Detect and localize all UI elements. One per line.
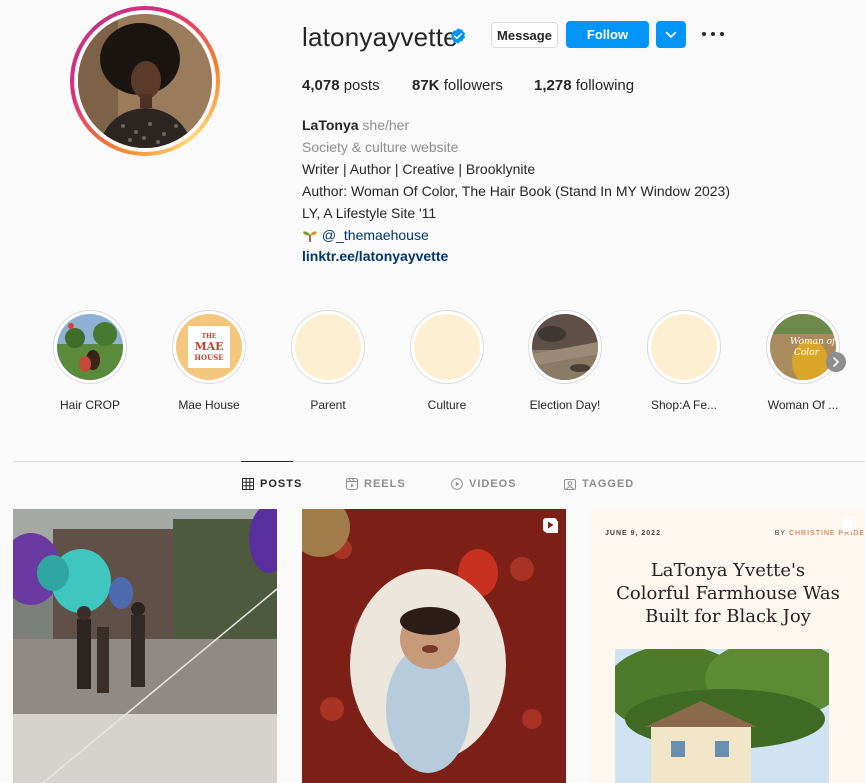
svg-text:Color: Color: [794, 348, 820, 358]
highlight-label: Culture: [427, 398, 467, 412]
posts-count: 4,078 posts: [302, 77, 380, 94]
article-photo: [615, 649, 829, 783]
highlight-label: Parent: [310, 398, 346, 412]
highlight-item[interactable]: THE MAE HOUSE Mae House: [154, 310, 264, 412]
highlight-item[interactable]: Shop:A Fe...: [629, 310, 739, 412]
profile-username: latonyayvette: [302, 22, 458, 52]
seedling-icon: [303, 231, 317, 242]
highlight-cover: [295, 314, 361, 380]
verified-badge-icon: [450, 28, 466, 44]
avatar-photo: [78, 14, 212, 148]
bio-category: Society & culture website: [302, 139, 459, 155]
bio-line: LY, A Lifestyle Site '11: [302, 205, 437, 221]
bio-name: LaTonya: [302, 117, 359, 133]
highlight-cover: Woman of Color: [770, 314, 836, 380]
highlight-cover: [532, 314, 598, 380]
tagged-icon: [564, 479, 576, 490]
highlight-label: Election Day!: [529, 398, 601, 412]
bio-pronouns: she/her: [362, 117, 410, 133]
reel-indicator-icon: [543, 518, 557, 532]
active-tab-indicator: [241, 461, 293, 462]
highlight-label: Shop:A Fe...: [650, 398, 718, 412]
suggested-accounts-button[interactable]: [656, 21, 686, 48]
highlight-ring: [528, 310, 602, 384]
chevron-right-icon: [833, 357, 840, 367]
post-thumbnail[interactable]: [302, 509, 566, 783]
highlight-cover: [414, 314, 480, 380]
highlight-item[interactable]: Culture: [392, 310, 502, 412]
tab-posts[interactable]: POSTS: [242, 478, 302, 490]
highlight-ring: Woman of Color: [766, 310, 840, 384]
highlight-ring: [647, 310, 721, 384]
bio-line: Writer | Author | Creative | Brooklynite: [302, 161, 536, 177]
play-circle-icon: [451, 478, 463, 490]
highlight-cover: THE MAE HOUSE: [176, 314, 242, 380]
highlight-cover: [57, 314, 123, 380]
bio-mention-link[interactable]: @_themaehouse: [322, 227, 429, 243]
post-image-baby: [302, 509, 566, 783]
reels-icon: [346, 478, 358, 490]
highlights-next-button[interactable]: [826, 352, 846, 372]
highlight-ring: [410, 310, 484, 384]
bio-name-line: LaTonya she/her: [302, 114, 409, 136]
tab-videos[interactable]: VIDEOS: [451, 478, 517, 490]
post-thumbnail[interactable]: [13, 509, 277, 783]
svg-text:THE: THE: [202, 333, 217, 340]
highlight-ring: THE MAE HOUSE: [172, 310, 246, 384]
post-image-balloons: [13, 509, 277, 783]
highlight-item[interactable]: Parent: [273, 310, 383, 412]
svg-text:HOUSE: HOUSE: [194, 353, 223, 362]
svg-text:Woman of: Woman of: [790, 337, 836, 347]
profile-avatar-ring[interactable]: [70, 6, 220, 156]
follow-button[interactable]: Follow: [566, 21, 649, 48]
chevron-down-icon: [665, 31, 677, 38]
bio-external-link[interactable]: linktr.ee/latonyayvette: [302, 245, 448, 267]
article-title: LaTonya Yvette's Colorful Farmhouse Was …: [616, 560, 840, 627]
highlight-item[interactable]: Hair CROP: [35, 310, 145, 412]
tabs-divider: [13, 461, 865, 462]
mae-house-logo: THE MAE HOUSE: [194, 333, 223, 362]
grid-icon: [242, 478, 254, 490]
highlight-ring: [53, 310, 127, 384]
svg-text:MAE: MAE: [194, 340, 223, 353]
more-options-icon[interactable]: [702, 26, 724, 42]
highlight-label: Mae House: [178, 398, 240, 412]
message-button[interactable]: Message: [491, 22, 558, 48]
profile-avatar[interactable]: [78, 14, 212, 148]
following-count[interactable]: 1,278 following: [534, 77, 634, 94]
multi-post-icon: [842, 517, 857, 532]
followers-count[interactable]: 87K followers: [412, 77, 503, 94]
tab-tagged[interactable]: TAGGED: [564, 478, 634, 490]
bio-line: Author: Woman Of Color, The Hair Book (S…: [302, 183, 730, 199]
highlight-ring: [291, 310, 365, 384]
highlight-item[interactable]: Election Day!: [510, 310, 620, 412]
post-thumbnail[interactable]: JUNE 9, 2022 BY CHRISTINE PRIDE LaTonya …: [591, 509, 865, 783]
highlight-label: Hair CROP: [59, 398, 120, 412]
article-date: JUNE 9, 2022: [605, 530, 661, 537]
bio-mention-line: @_themaehouse: [302, 224, 429, 246]
tab-reels[interactable]: REELS: [346, 478, 406, 490]
highlight-cover: [651, 314, 717, 380]
highlight-label: Woman Of ...: [767, 398, 839, 412]
